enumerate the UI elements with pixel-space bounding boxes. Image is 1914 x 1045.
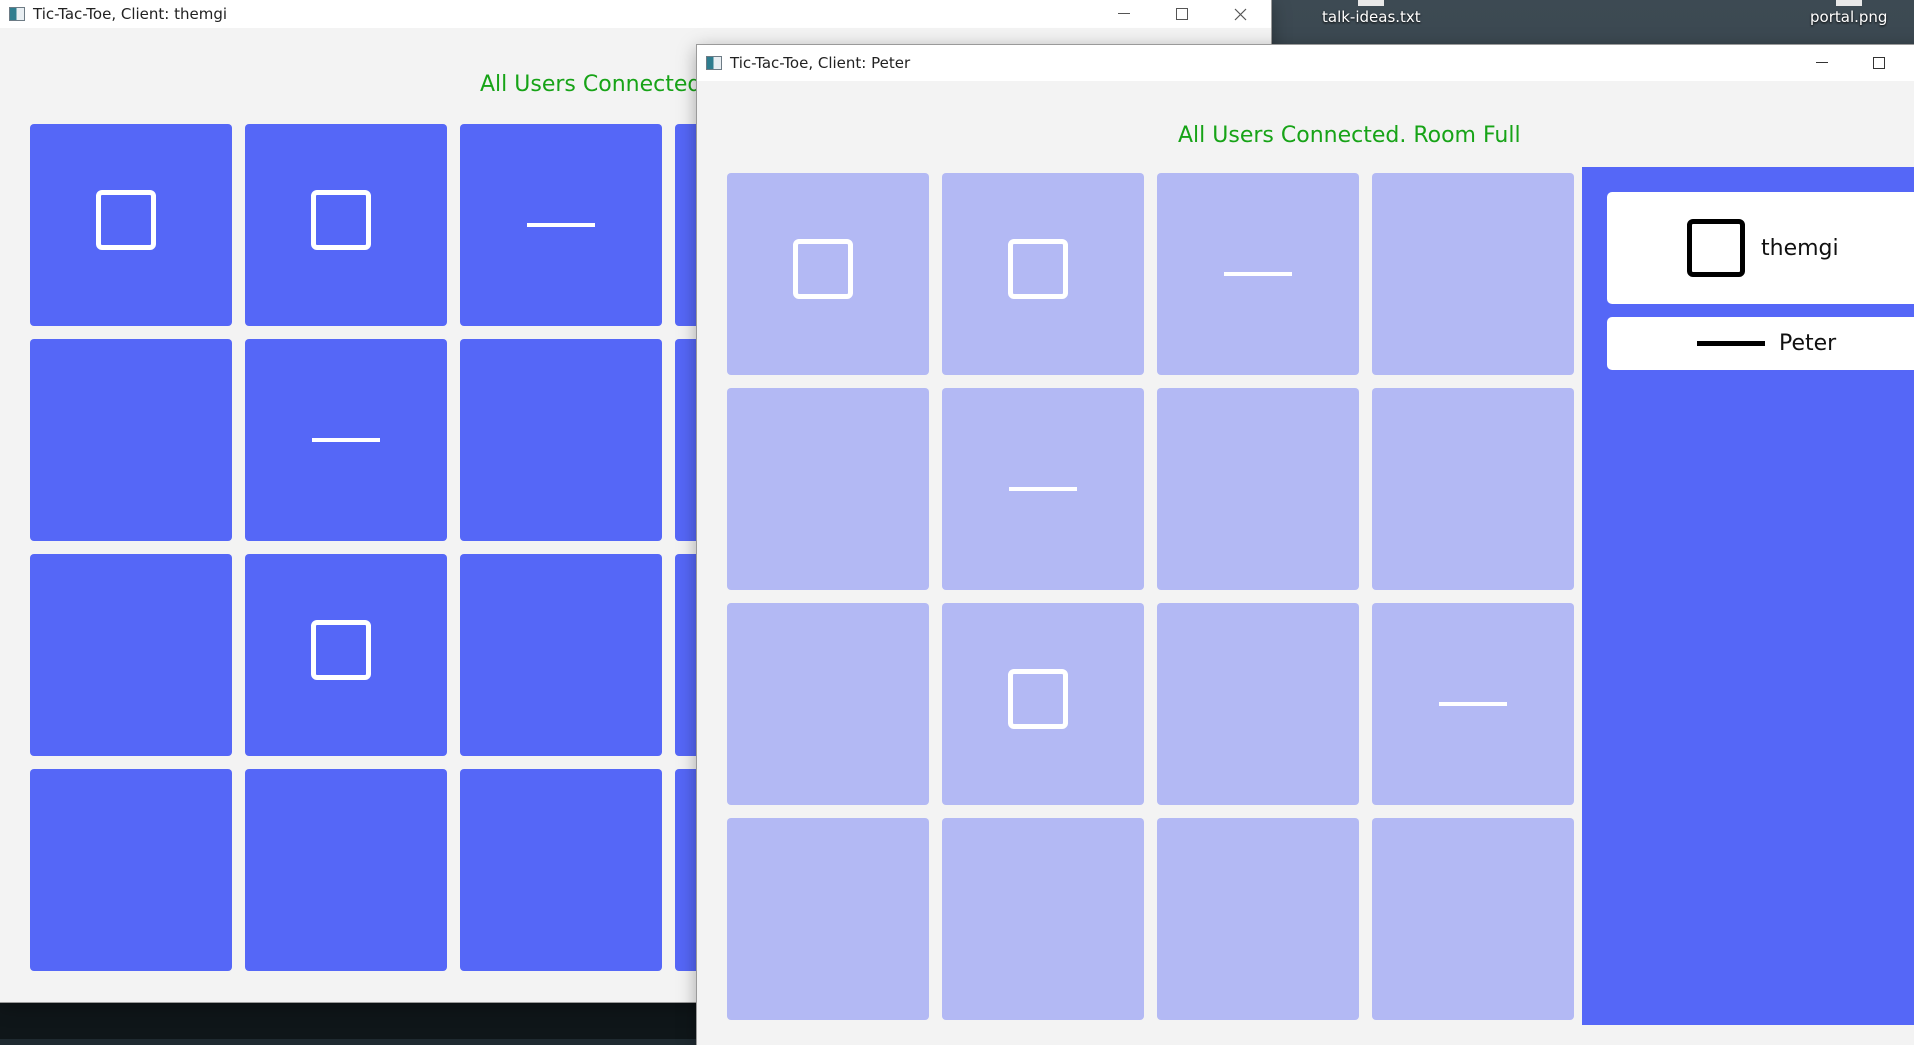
maximize-icon xyxy=(1176,8,1188,20)
close-icon xyxy=(1234,8,1246,20)
minimize-icon xyxy=(1816,62,1828,63)
board-cell[interactable] xyxy=(1372,388,1574,590)
dash-mark-icon xyxy=(527,223,595,227)
board-cell[interactable] xyxy=(460,124,662,326)
app-icon xyxy=(706,56,722,70)
desktop-file-label: portal.png xyxy=(1810,8,1888,26)
connection-status: All Users Connected. Room Full xyxy=(1178,123,1521,148)
dash-mark-icon xyxy=(1439,702,1507,706)
image-file-icon xyxy=(1835,0,1862,6)
player-card-themgi: themgi xyxy=(1607,192,1914,304)
square-mark-icon xyxy=(1008,669,1068,729)
board-cell[interactable] xyxy=(245,339,447,541)
board-cell[interactable] xyxy=(727,173,929,375)
players-panel: themgi Peter xyxy=(1582,167,1914,1025)
background-strip xyxy=(0,1002,700,1039)
square-mark-icon xyxy=(311,190,371,250)
square-mark-icon xyxy=(1008,239,1068,299)
board-cell[interactable] xyxy=(245,124,447,326)
board-cell[interactable] xyxy=(245,554,447,756)
board-cell[interactable] xyxy=(30,769,232,971)
dash-mark-icon xyxy=(312,438,380,442)
dash-mark-icon xyxy=(1224,272,1292,276)
board-cell[interactable] xyxy=(942,603,1144,805)
player-card-peter: Peter xyxy=(1607,317,1914,370)
player-name: themgi xyxy=(1761,235,1839,261)
board-cell[interactable] xyxy=(942,388,1144,590)
board-cell[interactable] xyxy=(727,603,929,805)
board-cell[interactable] xyxy=(942,818,1144,1020)
board-cell[interactable] xyxy=(727,818,929,1020)
maximize-button[interactable] xyxy=(1850,45,1908,81)
desktop-file-label: talk-ideas.txt xyxy=(1322,8,1421,26)
player-name: Peter xyxy=(1779,331,1837,356)
board-cell[interactable] xyxy=(1157,388,1359,590)
app-icon xyxy=(9,7,25,21)
board-cell[interactable] xyxy=(460,769,662,971)
board-cell[interactable] xyxy=(727,388,929,590)
text-file-icon xyxy=(1358,0,1385,6)
square-symbol-icon xyxy=(1687,219,1745,277)
board-cell[interactable] xyxy=(1372,603,1574,805)
desktop-file-portal[interactable]: portal.png xyxy=(1810,0,1887,26)
board-cell[interactable] xyxy=(245,769,447,971)
board-cell[interactable] xyxy=(1157,818,1359,1020)
board-cell[interactable] xyxy=(30,339,232,541)
board-cell[interactable] xyxy=(30,554,232,756)
board-cell[interactable] xyxy=(460,554,662,756)
dash-mark-icon xyxy=(1009,487,1077,491)
maximize-icon xyxy=(1873,57,1885,69)
maximize-button[interactable] xyxy=(1153,0,1211,28)
board-cell[interactable] xyxy=(1157,173,1359,375)
window-title: Tic-Tac-Toe, Client: themgi xyxy=(33,5,228,23)
board-cell[interactable] xyxy=(1372,818,1574,1020)
close-button[interactable] xyxy=(1211,0,1269,28)
window-title: Tic-Tac-Toe, Client: Peter xyxy=(730,54,911,72)
board-cell[interactable] xyxy=(460,339,662,541)
desktop-file-talk-ideas[interactable]: talk-ideas.txt xyxy=(1322,0,1421,26)
square-mark-icon xyxy=(96,190,156,250)
square-mark-icon xyxy=(793,239,853,299)
titlebar[interactable]: Tic-Tac-Toe, Client: Peter xyxy=(697,45,1914,81)
square-mark-icon xyxy=(311,620,371,680)
board-cell[interactable] xyxy=(30,124,232,326)
window-client-peter[interactable]: Tic-Tac-Toe, Client: Peter All Users Con… xyxy=(697,45,1914,1045)
dash-symbol-icon xyxy=(1697,341,1765,346)
board-cell[interactable] xyxy=(942,173,1144,375)
board-cell[interactable] xyxy=(1372,173,1574,375)
board-cell[interactable] xyxy=(1157,603,1359,805)
minimize-icon xyxy=(1118,13,1130,14)
minimize-button[interactable] xyxy=(1095,0,1153,28)
titlebar[interactable]: Tic-Tac-Toe, Client: themgi xyxy=(0,0,1271,28)
minimize-button[interactable] xyxy=(1793,45,1851,81)
